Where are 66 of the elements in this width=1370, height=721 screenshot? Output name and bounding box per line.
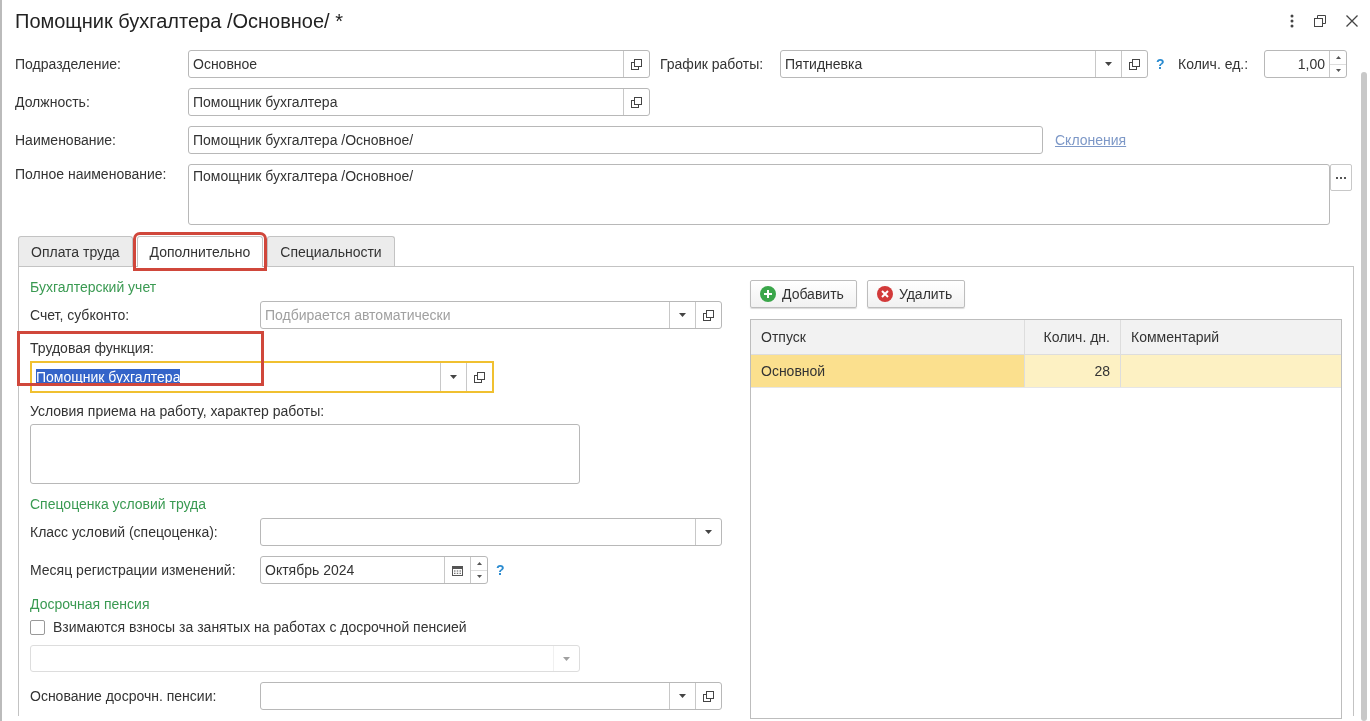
input-field[interactable]: Октябрь 2024 — [260, 556, 488, 584]
field-label: Наименование: — [15, 132, 117, 148]
field-label: Месяц регистрации изменений: — [30, 562, 237, 578]
field-label: Полное наименование: — [15, 165, 168, 182]
down-arrow-icon — [476, 575, 482, 579]
open-icon — [703, 690, 714, 702]
close-icon[interactable] — [1346, 15, 1358, 27]
plus-icon — [760, 286, 776, 302]
up-arrow-icon — [476, 561, 482, 565]
more-options-icon[interactable] — [1290, 14, 1294, 28]
input-field[interactable]: Помощник бухгалтера /Основное/ — [188, 126, 1043, 154]
input-field[interactable]: Основное — [188, 50, 650, 78]
tab[interactable]: Оплата труда — [18, 236, 133, 266]
column-header[interactable]: Колич. дн. — [1025, 320, 1121, 354]
select-field[interactable]: Пятидневка — [780, 50, 1148, 78]
field-label: Основание досрочн. пенсии: — [30, 688, 218, 704]
input-field[interactable]: 1,00 — [1264, 50, 1347, 78]
open-icon — [1129, 58, 1140, 70]
open-icon — [631, 96, 642, 108]
open-icon — [631, 58, 642, 70]
section-heading: Досрочная пенсия — [30, 595, 151, 614]
field-label: Должность: — [15, 94, 91, 110]
caret-icon — [679, 694, 686, 698]
column-header[interactable]: Отпуск — [751, 320, 1025, 354]
table-cell: 28 — [1025, 355, 1121, 387]
up-arrow-icon — [1335, 55, 1341, 59]
text-area[interactable]: Помощник бухгалтера /Основное/ — [188, 164, 1330, 225]
field-label: Счет, субконто: — [30, 307, 131, 323]
field-label: Условия приема на работу, характер работы: — [30, 402, 326, 420]
table-cell: Основной — [751, 355, 1025, 387]
section-heading: Спецоценка условий труда — [30, 495, 208, 514]
checkbox-label: Взимаются взносы за занятых на работах с досрочной пенсией — [53, 619, 467, 635]
field-label: Подразделение: — [15, 56, 122, 72]
caret-icon — [563, 656, 570, 661]
open-icon — [703, 309, 714, 321]
caret-icon — [450, 375, 457, 379]
window-title: Помощник бухгалтера /Основное/ * — [15, 9, 344, 33]
scrollbar-thumb[interactable] — [1361, 72, 1367, 721]
open-icon — [474, 371, 485, 383]
down-arrow-icon — [1335, 69, 1341, 73]
caret-icon — [1105, 62, 1112, 66]
help-link[interactable]: ? — [1156, 56, 1166, 72]
add-button[interactable]: Добавить — [750, 280, 857, 308]
checkbox[interactable] — [30, 619, 45, 635]
select-field[interactable] — [260, 518, 722, 546]
select-field[interactable]: Помощник бухгалтера — [30, 361, 494, 393]
table-row[interactable]: Основной 28 — [751, 355, 1341, 388]
column-header[interactable]: Комментарий — [1121, 320, 1341, 354]
field-label: Класс условий (спецоценка): — [30, 524, 219, 540]
text-area[interactable] — [30, 424, 580, 484]
more-icon — [1336, 176, 1346, 179]
field-label: Колич. ед.: — [1178, 56, 1250, 72]
restore-icon[interactable] — [1314, 15, 1326, 27]
delete-icon — [876, 286, 893, 302]
field-label: Трудовая функция: — [30, 339, 155, 357]
delete-button[interactable]: Удалить — [866, 280, 966, 308]
select-field[interactable] — [260, 682, 722, 710]
caret-icon — [705, 530, 712, 534]
caret-icon — [679, 313, 686, 317]
more-button[interactable] — [1330, 164, 1352, 191]
calendar-icon — [452, 564, 463, 576]
input-field[interactable]: Помощник бухгалтера — [188, 88, 650, 116]
tab[interactable]: Специальности — [267, 236, 395, 266]
section-heading: Бухгалтерский учет — [30, 278, 158, 297]
field-label: График работы: — [660, 56, 765, 72]
help-link[interactable]: ? — [496, 562, 506, 578]
